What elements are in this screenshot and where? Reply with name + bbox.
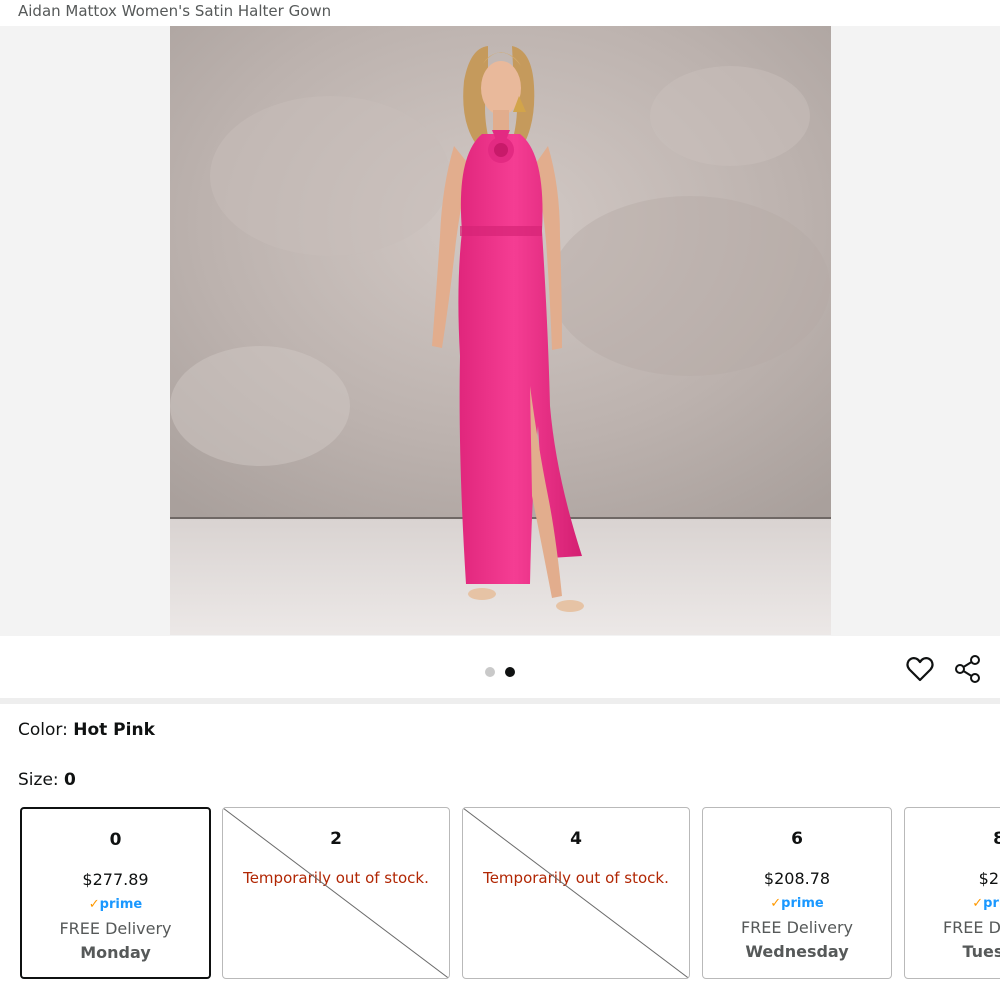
share-icon	[955, 655, 980, 683]
size-swatch-6[interactable]: 6 $208.78 ✓prime FREE Delivery Wednesday	[702, 807, 892, 979]
prime-check-icon: ✓	[770, 896, 782, 911]
gallery-page-dot-1[interactable]	[485, 667, 495, 677]
color-label: Color:	[18, 720, 68, 740]
swatch-delivery: FREE Delivery	[942, 918, 1000, 937]
size-swatch-4[interactable]: 4 Temporarily out of stock.	[462, 807, 690, 979]
prime-badge: ✓prime	[88, 897, 143, 912]
swatch-size: 2	[330, 829, 342, 849]
swatch-size: 0	[109, 830, 122, 850]
section-divider	[0, 698, 1000, 704]
prime-check-icon: ✓	[972, 896, 984, 911]
swatch-out-of-stock: Temporarily out of stock.	[243, 869, 429, 887]
swatch-delivery-day: Wednesday	[745, 942, 849, 961]
swatch-delivery: FREE Delivery	[59, 919, 172, 938]
size-value: 0	[64, 770, 76, 790]
gallery-page-dot-2-active[interactable]	[505, 667, 515, 677]
swatch-delivery: FREE Delivery	[740, 918, 854, 937]
swatch-size: 8	[905, 829, 1000, 849]
image-gallery[interactable]	[0, 26, 1000, 636]
swatch-size: 4	[570, 829, 582, 849]
product-image[interactable]	[170, 26, 831, 635]
swatch-delivery-day: Tuesday	[962, 942, 1000, 961]
title-bar: Aidan Mattox Women's Satin Halter Gown	[0, 0, 1000, 26]
prime-badge: ✓prime	[770, 896, 824, 911]
size-swatch-2[interactable]: 2 Temporarily out of stock.	[222, 807, 450, 979]
gallery-toolbar	[0, 636, 1000, 698]
swatch-price: $208.78	[763, 869, 831, 888]
size-selection: Size: 0	[18, 770, 76, 790]
size-swatch-8[interactable]: 8 $251 ✓prime FREE Delivery Tuesday	[904, 807, 1000, 979]
share-button[interactable]	[953, 654, 983, 684]
prime-badge: ✓prime	[972, 896, 1000, 911]
swatch-delivery-day: Monday	[80, 943, 151, 962]
size-swatch-list: 0 $277.89 ✓prime FREE Delivery Monday 2 …	[0, 807, 1000, 982]
product-title: Aidan Mattox Women's Satin Halter Gown	[18, 2, 332, 20]
prime-check-icon: ✓	[88, 897, 100, 912]
swatch-size: 6	[791, 829, 803, 849]
product-photo-illustration	[170, 26, 831, 635]
heart-icon	[906, 656, 934, 682]
size-swatch-0[interactable]: 0 $277.89 ✓prime FREE Delivery Monday	[20, 807, 211, 979]
swatch-price: $251	[978, 869, 1000, 888]
swatch-price: $277.89	[82, 870, 149, 889]
color-selection: Color: Hot Pink	[18, 720, 155, 740]
color-value: Hot Pink	[73, 720, 155, 740]
size-label: Size:	[18, 770, 59, 790]
swatch-out-of-stock: Temporarily out of stock.	[483, 869, 669, 887]
wishlist-button[interactable]	[905, 654, 935, 684]
